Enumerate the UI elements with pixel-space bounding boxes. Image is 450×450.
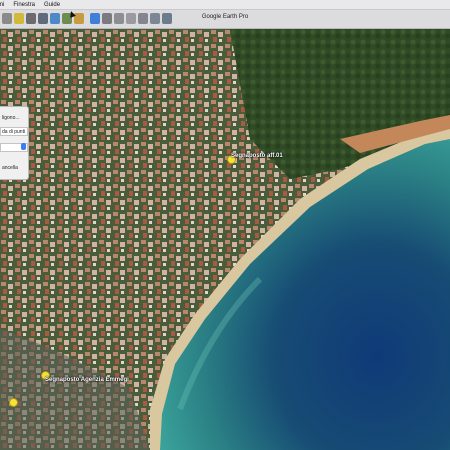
menu-item-partial[interactable]: mi [0,2,4,8]
menu-bar: mi Finestra Guide [0,0,450,10]
menu-item-finestra[interactable]: Finestra [13,2,35,8]
menu-item-guide[interactable]: Guide [44,2,60,8]
placemark-label[interactable]: Segnaposto aff.01 [231,153,283,159]
placemark-label[interactable]: Segnaposto Agenzia Emmegi [45,377,129,383]
dialog-line: ligono... [2,115,20,121]
placemark-pin-icon[interactable] [9,398,18,407]
dialog-line: da di punti [2,129,26,135]
cancel-button[interactable]: ancella [2,165,26,171]
satellite-imagery[interactable] [0,29,450,450]
polygon-dialog: ligono... da di punti ancella [0,106,29,180]
window-title: Google Earth Pro [201,14,249,20]
stepper-icon[interactable] [21,143,26,150]
map-view[interactable]: Segnaposto aff.01 Segnaposto Agenzia Emm… [0,29,450,450]
